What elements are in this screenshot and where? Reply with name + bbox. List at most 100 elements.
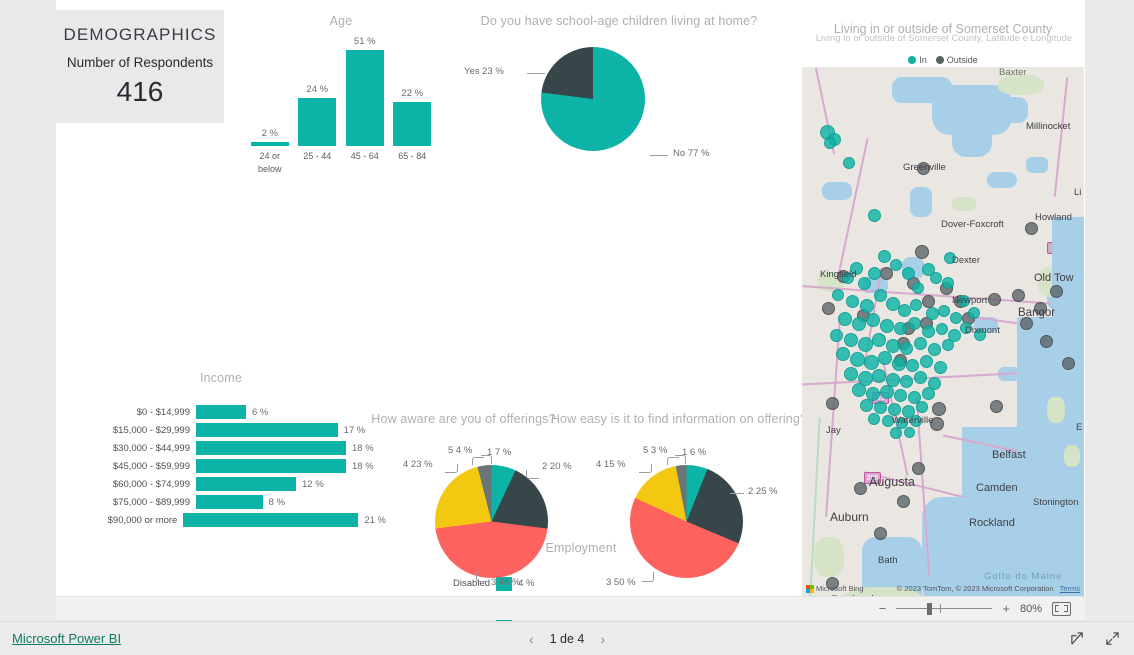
bar-row[interactable]: $90,000 or more 21 % — [56, 511, 386, 529]
bar-fill[interactable] — [196, 405, 246, 419]
map-point-outside[interactable] — [1040, 335, 1053, 348]
map-point-in[interactable] — [832, 289, 844, 301]
map-point-in[interactable] — [843, 157, 855, 169]
map-legend-item-in[interactable]: In — [908, 55, 927, 65]
column-bar[interactable] — [250, 142, 289, 146]
map-point-in[interactable] — [950, 312, 962, 324]
map-point-outside[interactable] — [1012, 289, 1025, 302]
map-point-in[interactable] — [922, 325, 935, 338]
map-point-in[interactable] — [880, 319, 894, 333]
column-bar[interactable] — [345, 50, 384, 146]
map-point-in[interactable] — [894, 322, 907, 335]
bar-row[interactable]: $15,000 - $29,999 17 % — [56, 421, 386, 439]
map-point-in[interactable] — [880, 385, 894, 399]
map-point-in[interactable] — [878, 351, 892, 365]
map-point-in[interactable] — [836, 347, 850, 361]
chevron-left-icon[interactable]: ‹ — [529, 631, 534, 647]
map-point-in[interactable] — [902, 267, 915, 280]
map-point-in[interactable] — [852, 383, 866, 397]
map-point-in[interactable] — [844, 367, 858, 381]
map-point-in[interactable] — [914, 337, 927, 350]
map-point-in[interactable] — [890, 427, 902, 439]
map-point-in[interactable] — [872, 333, 886, 347]
map-point-in[interactable] — [860, 399, 873, 412]
share-icon[interactable] — [1070, 631, 1085, 646]
map-point-in[interactable] — [914, 371, 927, 384]
find-information-pie[interactable] — [630, 465, 743, 578]
map-point-outside[interactable] — [822, 302, 835, 315]
awareness-pie[interactable] — [435, 465, 548, 578]
bar-row[interactable]: $45,000 - $59,999 18 % — [56, 457, 386, 475]
page-navigation[interactable]: ‹ 1 de 4 › — [0, 631, 1134, 647]
column-slot[interactable]: 24 % — [294, 36, 342, 146]
map-point-outside[interactable] — [912, 462, 925, 475]
fullscreen-icon[interactable] — [1105, 631, 1120, 646]
bar-fill[interactable] — [196, 423, 338, 437]
zoom-in-button[interactable]: + — [1002, 601, 1010, 616]
map-point-in[interactable] — [934, 361, 947, 374]
column-bar[interactable] — [393, 102, 432, 146]
bar-fill[interactable] — [196, 477, 296, 491]
map-point-in[interactable] — [942, 339, 954, 351]
fit-to-page-icon[interactable] — [1052, 601, 1071, 616]
demographics-kpi-card[interactable]: DEMOGRAPHICS Number of Respondents 416 — [56, 10, 224, 123]
zoom-slider-handle[interactable] — [927, 602, 933, 615]
map-point-in[interactable] — [894, 389, 907, 402]
map-point-in[interactable] — [968, 307, 980, 319]
map-point-in[interactable] — [920, 355, 933, 368]
map-point-in[interactable] — [926, 307, 939, 320]
chevron-right-icon[interactable]: › — [600, 631, 605, 647]
map-point-outside[interactable] — [990, 400, 1003, 413]
somerset-county-map-visual[interactable]: Living in or outside of Somerset County … — [801, 12, 1085, 596]
map-point-in[interactable] — [874, 289, 887, 302]
map-point-in[interactable] — [892, 357, 906, 371]
bar-row[interactable]: $75,000 - $89,999 8 % — [56, 493, 386, 511]
map-point-in[interactable] — [898, 304, 911, 317]
column-slot[interactable]: 51 % — [341, 36, 389, 146]
map-point-in[interactable] — [904, 427, 915, 438]
map-point-in[interactable] — [858, 277, 871, 290]
map-point-in[interactable] — [900, 375, 913, 388]
map-point-outside[interactable] — [897, 495, 910, 508]
bar-fill[interactable] — [183, 513, 359, 527]
bar-fill[interactable] — [196, 459, 346, 473]
map-point-in[interactable] — [928, 343, 941, 356]
zoom-out-button[interactable]: − — [879, 601, 887, 616]
map-point-in[interactable] — [868, 413, 880, 425]
map-point-in[interactable] — [874, 401, 887, 414]
map-point-in[interactable] — [844, 333, 858, 347]
map-point-outside[interactable] — [1050, 285, 1063, 298]
map-point-in[interactable] — [900, 342, 913, 355]
map-point-in[interactable] — [824, 137, 836, 149]
map-point-in[interactable] — [868, 209, 881, 222]
map-point-in[interactable] — [930, 272, 942, 284]
map-point-in[interactable] — [852, 317, 866, 331]
map-point-in[interactable] — [910, 299, 922, 311]
map-point-in[interactable] — [830, 329, 843, 342]
awareness-pie-chart[interactable]: How aware are you of offerings? 1 7 % 2 … — [356, 412, 571, 596]
map-terms-link[interactable]: Terms — [1060, 584, 1080, 593]
zoom-slider-track[interactable] — [896, 607, 993, 609]
bar-row[interactable]: $30,000 - $44,999 18 % — [56, 439, 386, 457]
map-viewport[interactable]: 95 95 295 — [802, 67, 1084, 596]
map-point-outside[interactable] — [988, 293, 1001, 306]
bar-row[interactable]: $60,000 - $74,999 12 % — [56, 475, 386, 493]
map-point-in[interactable] — [890, 259, 902, 271]
map-point-outside[interactable] — [874, 527, 887, 540]
zoom-toolbar[interactable]: − + 80% — [56, 596, 1085, 620]
income-chart[interactable]: Income $0 - $14,999 6 % $15,000 - $29,999 1… — [56, 371, 386, 541]
map-legend[interactable]: In Outside — [801, 55, 1085, 65]
map-point-in[interactable] — [846, 295, 859, 308]
map-point-outside[interactable] — [1062, 357, 1075, 370]
map-point-outside[interactable] — [915, 245, 929, 259]
column-slot[interactable]: 2 % — [246, 36, 294, 146]
column-slot[interactable]: 22 % — [389, 36, 437, 146]
map-point-in[interactable] — [860, 299, 874, 313]
school-age-children-pie[interactable] — [541, 47, 645, 151]
map-point-outside[interactable] — [826, 397, 839, 410]
map-point-in[interactable] — [906, 359, 919, 372]
map-point-in[interactable] — [922, 387, 935, 400]
map-point-outside[interactable] — [932, 402, 946, 416]
map-point-in[interactable] — [868, 267, 881, 280]
map-point-in[interactable] — [878, 250, 891, 263]
